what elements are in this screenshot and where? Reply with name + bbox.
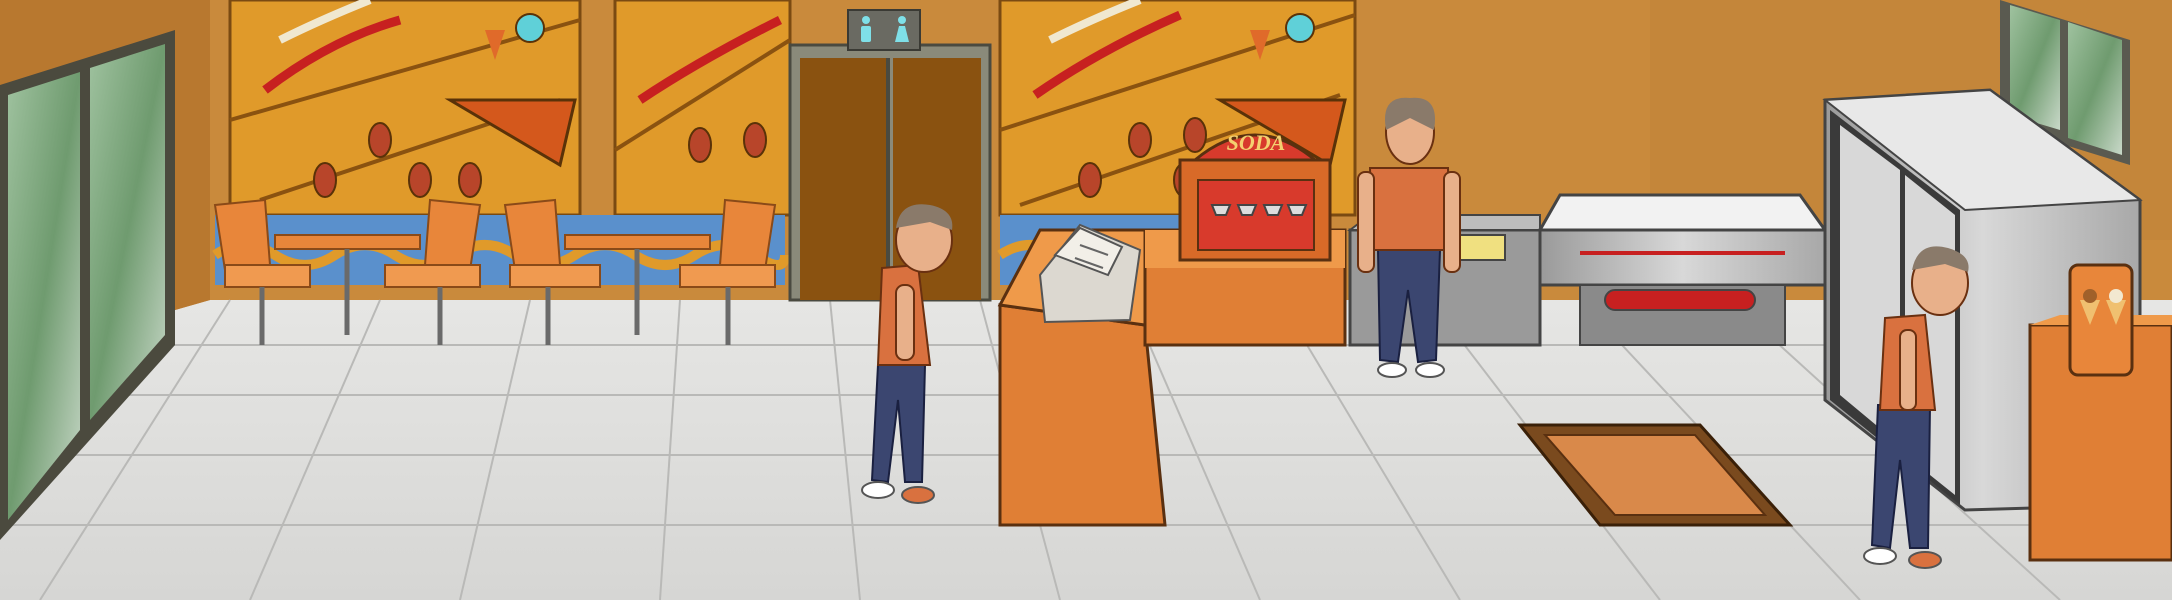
man-icon (861, 16, 871, 42)
soda-sign: SODA (1227, 130, 1286, 155)
grill[interactable] (1537, 193, 1828, 346)
worker-back-shirt (1368, 167, 1452, 251)
restroom-sign (847, 9, 921, 51)
game-scene: SODA (0, 0, 2172, 600)
restroom-door[interactable] (788, 43, 992, 302)
